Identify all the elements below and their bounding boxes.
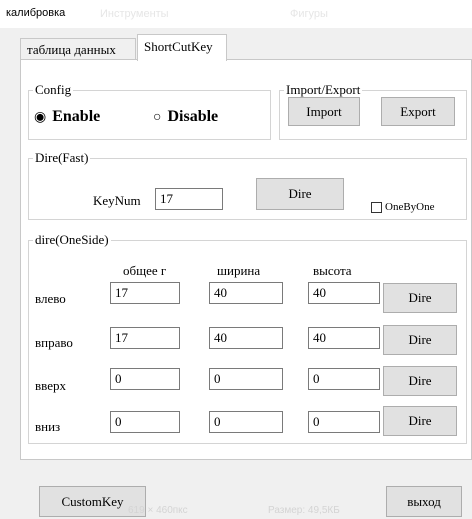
- disable-label: Disable: [167, 108, 219, 125]
- disable-radio[interactable]: ○ Disable: [153, 108, 218, 126]
- row-up-dire-button[interactable]: Dire: [383, 366, 457, 396]
- import-export-legend: Import/Export: [286, 82, 361, 97]
- status-bar: 619 × 460пкс Размер: 49,5КБ: [0, 505, 472, 519]
- faded-menu-shapes: Фигуры: [290, 8, 328, 20]
- row-down-dire-button[interactable]: Dire: [383, 406, 457, 436]
- status-size: Размер: 49,5КБ: [268, 505, 340, 516]
- row-left-width-input[interactable]: 40: [209, 282, 283, 304]
- title-bar: калибровка Инструменты Фигуры: [0, 0, 472, 28]
- header-total: общее г: [123, 263, 167, 278]
- row-down-width-input[interactable]: 0: [209, 411, 283, 433]
- enable-radio[interactable]: ◉ Enable: [34, 108, 100, 126]
- shortcutkey-panel: Config ◉ Enable ○ Disable Import/Export Im…: [20, 59, 472, 460]
- onebyone-checkbox[interactable]: [371, 202, 382, 213]
- window-title: калибровка: [6, 7, 66, 19]
- row-down-label: вниз: [35, 419, 61, 434]
- header-height: высота: [313, 263, 352, 278]
- header-width: ширина: [217, 263, 261, 278]
- row-up-height-input[interactable]: 0: [308, 368, 380, 390]
- dire-fast-legend: Dire(Fast): [35, 150, 89, 165]
- row-right-dire-button[interactable]: Dire: [383, 325, 457, 355]
- row-down-height-input[interactable]: 0: [308, 411, 380, 433]
- row-right-total-input[interactable]: 17: [110, 327, 180, 349]
- row-left-total-input[interactable]: 17: [110, 282, 180, 304]
- dire-oneside-legend: dire(OneSide): [35, 232, 109, 247]
- row-left-height-input[interactable]: 40: [308, 282, 380, 304]
- onebyone-label: OneByOne: [385, 201, 435, 213]
- dire-fast-button[interactable]: Dire: [256, 178, 344, 210]
- row-up-width-input[interactable]: 0: [209, 368, 283, 390]
- enable-radio-indicator: ◉: [34, 110, 47, 125]
- disable-radio-indicator: ○: [153, 110, 162, 125]
- tab-shortcutkey[interactable]: ShortCutKey: [137, 34, 227, 61]
- row-right-height-input[interactable]: 40: [308, 327, 380, 349]
- row-up-label: вверх: [35, 378, 66, 393]
- row-left-dire-button[interactable]: Dire: [383, 283, 457, 313]
- import-button[interactable]: Import: [288, 97, 360, 126]
- config-legend: Config: [35, 82, 72, 97]
- row-right-label: вправо: [35, 335, 73, 350]
- faded-menu-tools: Инструменты: [100, 8, 169, 20]
- row-right-width-input[interactable]: 40: [209, 327, 283, 349]
- keynum-input[interactable]: 17: [155, 188, 223, 210]
- enable-label: Enable: [52, 108, 101, 125]
- row-left-label: влево: [35, 291, 66, 306]
- export-button[interactable]: Export: [381, 97, 455, 126]
- tab-data-table[interactable]: таблица данных: [20, 38, 136, 60]
- row-up-total-input[interactable]: 0: [110, 368, 180, 390]
- row-down-total-input[interactable]: 0: [110, 411, 180, 433]
- keynum-label: KeyNum: [93, 193, 141, 208]
- status-dimensions: 619 × 460пкс: [128, 505, 188, 516]
